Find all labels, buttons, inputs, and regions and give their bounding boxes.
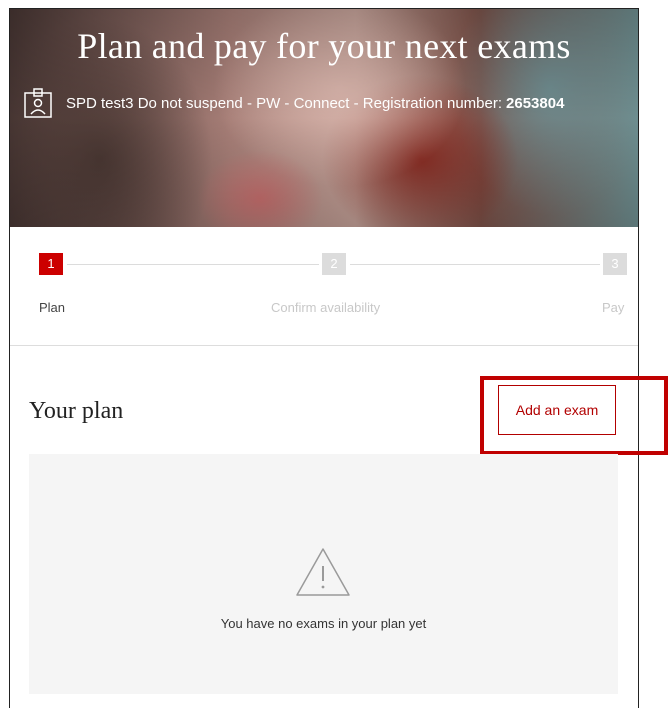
- step-1-number: 1: [39, 253, 63, 275]
- warning-icon: [296, 548, 350, 596]
- candidate-info: SPD test3 Do not suspend - PW - Connect …: [24, 87, 564, 119]
- page-title: Plan and pay for your next exams: [77, 26, 571, 66]
- registration-number: 2653804: [506, 94, 565, 112]
- progress-stepper: 1 2 3 Plan Confirm availability Pay: [10, 227, 638, 346]
- step-2-number: 2: [322, 253, 346, 275]
- step-3-label: Pay: [602, 300, 625, 315]
- hero-banner: Plan and pay for your next exams SPD tes…: [10, 9, 638, 227]
- empty-plan-panel: You have no exams in your plan yet: [29, 454, 618, 694]
- candidate-details: SPD test3 Do not suspend - PW - Connect …: [66, 94, 503, 112]
- id-badge-icon: [24, 88, 52, 118]
- step-3-number: 3: [603, 253, 627, 275]
- step-1-label: Plan: [39, 300, 66, 315]
- highlight-box: [480, 376, 668, 455]
- section-title: Your plan: [29, 398, 124, 424]
- step-2-label: Confirm availability: [271, 300, 381, 315]
- step-connector: [67, 264, 319, 265]
- step-connector: [350, 264, 600, 265]
- empty-plan-message: You have no exams in your plan yet: [220, 616, 427, 631]
